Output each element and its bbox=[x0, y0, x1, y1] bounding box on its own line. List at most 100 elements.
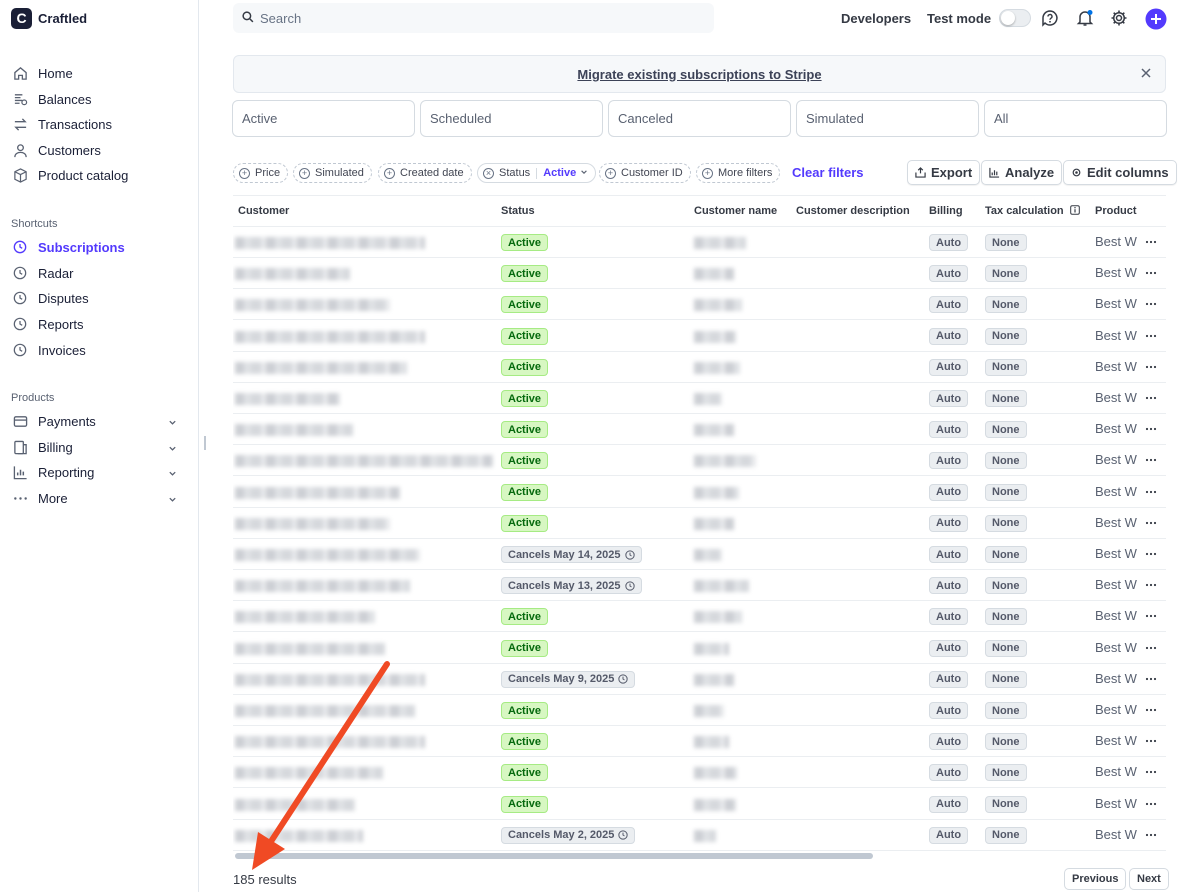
sidebar-resize-handle[interactable] bbox=[204, 436, 206, 450]
row-actions-icon[interactable] bbox=[1145, 641, 1157, 659]
table-row[interactable]: Active Auto None Best W bbox=[233, 445, 1166, 477]
row-actions-icon[interactable] bbox=[1145, 828, 1157, 846]
clear-filters-link[interactable]: Clear filters bbox=[792, 165, 864, 180]
column-header-status[interactable]: Status bbox=[501, 205, 535, 217]
row-actions-icon[interactable] bbox=[1145, 235, 1157, 253]
brand[interactable]: C Craftled bbox=[11, 7, 87, 29]
row-actions-icon[interactable] bbox=[1145, 453, 1157, 471]
table-row[interactable]: Active Auto None Best W bbox=[233, 289, 1166, 321]
filter-created-date[interactable]: + Created date bbox=[378, 163, 472, 183]
row-actions-icon[interactable] bbox=[1145, 765, 1157, 783]
row-actions-icon[interactable] bbox=[1145, 547, 1157, 565]
table-row[interactable]: Active Auto None Best W bbox=[233, 383, 1166, 414]
customer-name-redacted bbox=[694, 361, 740, 374]
sidebar-item-home[interactable]: Home bbox=[12, 62, 187, 84]
analyze-button[interactable]: Analyze bbox=[981, 160, 1063, 185]
payments-icon bbox=[12, 413, 28, 429]
column-header-billing[interactable]: Billing bbox=[929, 205, 963, 217]
status-badge: Active bbox=[501, 795, 549, 813]
horizontal-scrollbar[interactable] bbox=[235, 853, 873, 859]
table-row[interactable]: Active Auto None Best W bbox=[233, 352, 1166, 383]
billing-tag: Auto bbox=[929, 390, 969, 407]
row-actions-icon[interactable] bbox=[1145, 578, 1157, 596]
tab-canceled[interactable]: Canceled bbox=[608, 100, 791, 137]
row-actions-icon[interactable] bbox=[1145, 797, 1157, 815]
test-mode-toggle[interactable]: Test mode bbox=[927, 6, 1032, 30]
sidebar-item-customers[interactable]: Customers bbox=[12, 139, 187, 161]
table-row[interactable]: Active Auto None Best W bbox=[233, 508, 1166, 539]
sidebar-item-more[interactable]: More bbox=[12, 487, 187, 509]
search-bar[interactable]: Search bbox=[233, 3, 714, 33]
table-row[interactable]: Active Auto None Best W bbox=[233, 757, 1166, 789]
row-actions-icon[interactable] bbox=[1145, 609, 1157, 627]
table-row[interactable]: Active Auto None Best W bbox=[233, 258, 1166, 290]
row-actions-icon[interactable] bbox=[1145, 266, 1157, 284]
plus-circle-icon: + bbox=[299, 167, 310, 179]
create-plus-button[interactable] bbox=[1145, 7, 1167, 31]
column-header-customer[interactable]: Customer bbox=[238, 205, 289, 217]
sidebar-item-payments[interactable]: Payments bbox=[12, 410, 187, 432]
row-actions-icon[interactable] bbox=[1145, 329, 1157, 347]
edit-columns-button[interactable]: Edit columns bbox=[1063, 160, 1177, 185]
tab-simulated[interactable]: Simulated bbox=[796, 100, 979, 137]
table-row[interactable]: Cancels May 13, 2025 Auto None Best W bbox=[233, 570, 1166, 602]
notification-bell-icon[interactable] bbox=[1076, 6, 1094, 30]
close-icon[interactable] bbox=[1139, 66, 1153, 85]
table-row[interactable]: Active Auto None Best W bbox=[233, 414, 1166, 446]
table-row[interactable]: Cancels May 2, 2025 Auto None Best W bbox=[233, 820, 1166, 851]
sidebar-item-disputes[interactable]: Disputes bbox=[12, 287, 187, 309]
column-header-product[interactable]: Product bbox=[1095, 205, 1137, 217]
sidebar-item-balances[interactable]: Balances bbox=[12, 88, 187, 110]
sidebar-item-product-catalog[interactable]: Product catalog bbox=[12, 164, 187, 186]
developers-link[interactable]: Developers bbox=[841, 6, 911, 30]
table-row[interactable]: Active Auto None Best W bbox=[233, 726, 1166, 758]
customer-name-redacted bbox=[694, 611, 742, 624]
help-icon[interactable] bbox=[1041, 6, 1059, 30]
table-row[interactable]: Active Auto None Best W bbox=[233, 477, 1166, 508]
gear-icon[interactable] bbox=[1110, 6, 1128, 30]
row-actions-icon[interactable] bbox=[1145, 672, 1157, 690]
search-input[interactable]: Search bbox=[260, 11, 301, 26]
next-button[interactable]: Next bbox=[1129, 868, 1169, 890]
row-actions-icon[interactable] bbox=[1145, 516, 1157, 534]
toggle-switch[interactable] bbox=[999, 9, 1032, 27]
filter-simulated[interactable]: + Simulated bbox=[293, 163, 372, 183]
migrate-link[interactable]: Migrate existing subscriptions to Stripe bbox=[577, 67, 821, 82]
table-row[interactable]: Active Auto None Best W bbox=[233, 633, 1166, 664]
export-button[interactable]: Export bbox=[907, 160, 981, 185]
row-actions-icon[interactable] bbox=[1145, 422, 1157, 440]
sidebar-item-subscriptions[interactable]: Subscriptions bbox=[12, 236, 187, 258]
row-actions-icon[interactable] bbox=[1145, 391, 1157, 409]
row-actions-icon[interactable] bbox=[1145, 297, 1157, 315]
sidebar-item-invoices[interactable]: Invoices bbox=[12, 339, 187, 361]
sidebar-item-transactions[interactable]: Transactions bbox=[12, 113, 187, 135]
filter-price[interactable]: + Price bbox=[233, 163, 289, 183]
row-actions-icon[interactable] bbox=[1145, 485, 1157, 503]
tab-active[interactable]: Active bbox=[232, 100, 415, 137]
row-actions-icon[interactable] bbox=[1145, 734, 1157, 752]
table-row[interactable]: Active Auto None Best W bbox=[233, 789, 1166, 820]
sidebar-item-reporting[interactable]: Reporting bbox=[12, 461, 187, 483]
table-row[interactable]: Active Auto None Best W bbox=[233, 227, 1166, 258]
sidebar-item-reports[interactable]: Reports bbox=[12, 313, 187, 335]
filter-more[interactable]: + More filters bbox=[696, 163, 781, 183]
sidebar-item-radar[interactable]: Radar bbox=[12, 262, 187, 284]
table-row[interactable]: Cancels May 9, 2025 Auto None Best W bbox=[233, 664, 1166, 695]
remove-filter-icon[interactable]: × bbox=[483, 167, 494, 179]
column-header-customer-description[interactable]: Customer description bbox=[796, 205, 910, 217]
table-row[interactable]: Active Auto None Best W bbox=[233, 695, 1166, 726]
row-actions-icon[interactable] bbox=[1145, 703, 1157, 721]
sidebar-item-billing[interactable]: Billing bbox=[12, 436, 187, 458]
column-header-customer-name[interactable]: Customer name bbox=[694, 205, 777, 217]
tab-scheduled[interactable]: Scheduled bbox=[420, 100, 603, 137]
row-actions-icon[interactable] bbox=[1145, 360, 1157, 378]
tax-tag: None bbox=[985, 639, 1027, 657]
filter-status[interactable]: × Status Active bbox=[477, 163, 597, 183]
table-row[interactable]: Active Auto None Best W bbox=[233, 321, 1166, 352]
table-row[interactable]: Active Auto None Best W bbox=[233, 601, 1166, 633]
tab-all[interactable]: All bbox=[984, 100, 1167, 137]
table-row[interactable]: Cancels May 14, 2025 Auto None Best W bbox=[233, 539, 1166, 570]
filter-customer-id[interactable]: + Customer ID bbox=[599, 163, 691, 183]
previous-button[interactable]: Previous bbox=[1064, 868, 1127, 890]
column-header-tax-calculation[interactable]: Tax calculation bbox=[985, 205, 1080, 217]
